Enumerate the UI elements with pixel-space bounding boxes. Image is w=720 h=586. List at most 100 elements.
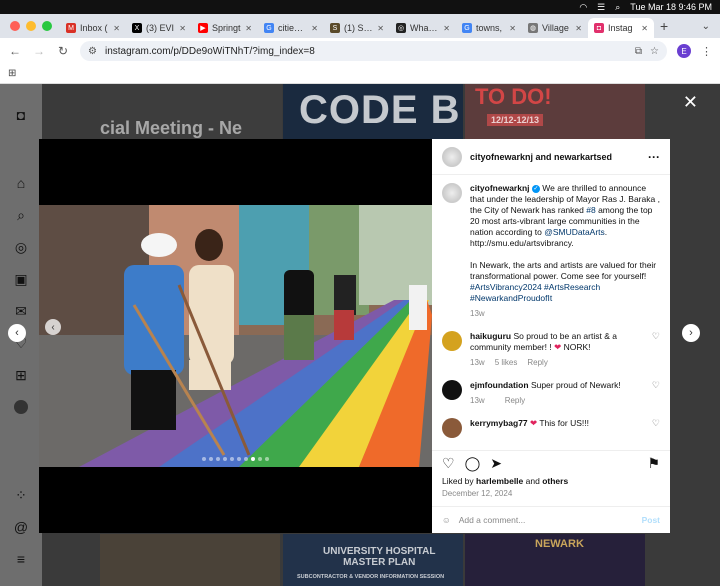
close-tab-icon[interactable]: ✕ [377, 24, 384, 33]
wifi-icon[interactable]: ◠ [579, 2, 587, 13]
address-bar[interactable]: ⚙ instagram.com/p/DDe9oWiTNhT/?img_index… [80, 41, 667, 61]
emoji-icon[interactable]: ☺ [442, 515, 451, 525]
more-options-icon[interactable]: ··· [648, 150, 660, 164]
site-info-icon[interactable]: ⚙ [88, 46, 97, 57]
create-icon[interactable]: ⊞ [12, 366, 30, 384]
reply-button[interactable]: Reply [505, 395, 525, 406]
threads-icon[interactable]: @ [12, 518, 30, 536]
tab-title: Village [542, 23, 569, 33]
browser-tab[interactable]: ◎ What w ✕ [390, 18, 456, 38]
comment-username[interactable]: kerrymybag77 [470, 418, 528, 428]
grid-post-text: TO DO! [475, 84, 552, 109]
reply-button[interactable]: Reply [527, 357, 547, 368]
comment-age[interactable]: 13w [470, 395, 485, 406]
browser-menu-icon[interactable]: ⋮ [701, 45, 712, 58]
zoom-window-button[interactable] [42, 21, 52, 31]
explore-icon[interactable]: ◎ [12, 238, 30, 256]
more-menu-icon[interactable]: ≡ [12, 550, 30, 568]
close-tab-icon[interactable]: ✕ [311, 24, 318, 33]
post-photo[interactable] [39, 205, 432, 467]
browser-tab[interactable]: X (3) EVI ✕ [126, 18, 192, 38]
browser-tab[interactable]: ◘ Instag ✕ [588, 18, 654, 38]
globe-icon: ◍ [528, 23, 538, 33]
close-icon[interactable]: ✕ [683, 92, 698, 113]
address-url[interactable]: instagram.com/p/DDe9oWiTNhT/?img_index=8 [105, 46, 627, 57]
new-tab-button[interactable]: + [654, 18, 674, 34]
liked-by-others[interactable]: others [542, 476, 568, 486]
post-comment-button[interactable]: Post [642, 515, 660, 525]
close-window-button[interactable] [10, 21, 20, 31]
reload-button[interactable]: ↻ [56, 44, 70, 58]
post-date[interactable]: December 12, 2024 [432, 486, 670, 507]
minimize-window-button[interactable] [26, 21, 36, 31]
forward-button[interactable]: → [32, 44, 46, 58]
comment-username[interactable]: ejmfoundation [470, 380, 529, 390]
author-avatar[interactable] [442, 146, 462, 167]
liked-by-user[interactable]: harlembelle [476, 476, 523, 486]
share-icon[interactable]: ➤ [490, 455, 502, 472]
grid-post[interactable] [100, 534, 280, 586]
comment-body: ejmfoundation Super proud of Newark! 13w R… [470, 380, 644, 406]
browser-tab[interactable]: Gtowns, ✕ [456, 18, 522, 38]
messages-icon[interactable]: ✉ [12, 302, 30, 320]
add-comment-input[interactable]: Add a comment... [459, 515, 634, 525]
search-icon[interactable]: ⌕ [615, 2, 620, 13]
close-tab-icon[interactable]: ✕ [113, 24, 120, 33]
post-authors[interactable]: cityofnewarknj and newarkartsed [470, 152, 640, 162]
comment-icon[interactable]: ◯ [465, 455, 481, 472]
hashtag-link[interactable]: #ArtsVibrancy2024 #ArtsResearch #Newarka… [470, 282, 660, 304]
commenter-avatar[interactable] [442, 331, 462, 351]
profile-icon[interactable] [12, 398, 30, 416]
home-icon[interactable]: ⌂ [12, 174, 30, 192]
like-icon[interactable]: ♡ [442, 455, 455, 472]
browser-tab[interactable]: ▶ Springt ✕ [192, 18, 258, 38]
close-tab-icon[interactable]: ✕ [575, 24, 582, 33]
browser-tab[interactable]: M Inbox (✕ [60, 18, 126, 38]
back-button[interactable]: ← [8, 44, 22, 58]
grid-post[interactable]: TO DO! 12/12-12/13 [465, 84, 645, 139]
commenter-avatar[interactable] [442, 380, 462, 400]
caption-age[interactable]: 13w [470, 308, 660, 319]
browser-tab[interactable]: ◍ Village ✕ [522, 18, 588, 38]
bookmark-star-icon[interactable]: ☆ [650, 46, 659, 57]
comment-likes[interactable]: 5 likes [495, 357, 518, 368]
control-center-icon[interactable]: ☰ [597, 2, 605, 13]
tab-title: (1) Sub [344, 23, 374, 33]
grid-post[interactable]: UNIVERSITY HOSPITAL MASTER PLAN SUBCONTR… [283, 534, 463, 586]
comments-list[interactable]: cityofnewarknj ✓ We are thrilled to anno… [432, 175, 670, 450]
comment-meta: 13w 5 likes Reply [470, 357, 644, 368]
hashtag-link[interactable]: #8 [586, 205, 595, 215]
previous-post-button[interactable]: ‹ [8, 324, 26, 342]
comment-age[interactable]: 13w [470, 357, 485, 368]
like-comment-icon[interactable]: ♡ [652, 418, 660, 429]
reels-icon[interactable]: ▣ [12, 270, 30, 288]
search-icon[interactable]: ⌕ [12, 206, 30, 224]
grid-post[interactable]: cial Meeting - Ne [100, 84, 282, 139]
like-comment-icon[interactable]: ♡ [652, 331, 660, 342]
install-app-icon[interactable]: ⧉ [635, 46, 642, 57]
close-tab-icon[interactable]: ✕ [443, 24, 450, 33]
grid-post[interactable]: NEWARK [465, 534, 645, 586]
instagram-logo-icon[interactable]: ◘ [12, 106, 30, 124]
previous-image-button[interactable]: ‹ [45, 319, 61, 335]
tab-search-icon[interactable]: ⌄ [702, 21, 720, 32]
bookmark-icon[interactable]: ⚑ [647, 455, 660, 472]
menubar-datetime[interactable]: Tue Mar 18 9:46 PM [630, 2, 712, 12]
next-post-button[interactable]: › [682, 324, 700, 342]
profile-avatar[interactable]: E [677, 44, 691, 58]
mention-link[interactable]: @SMUDataArts [544, 227, 605, 237]
browser-tab[interactable]: Gcities, o ✕ [258, 18, 324, 38]
caption-username[interactable]: cityofnewarknj [470, 183, 530, 193]
meta-apps-icon[interactable]: ⁘ [12, 486, 30, 504]
apps-grid-icon[interactable]: ⊞ [8, 68, 16, 79]
author-avatar[interactable] [442, 183, 462, 203]
browser-tab[interactable]: S (1) Sub ✕ [324, 18, 390, 38]
commenter-avatar[interactable] [442, 418, 462, 438]
close-tab-icon[interactable]: ✕ [245, 24, 252, 33]
close-tab-icon[interactable]: ✕ [179, 24, 186, 33]
comment-username[interactable]: haikuguru [470, 331, 511, 341]
close-tab-icon[interactable]: ✕ [509, 24, 516, 33]
close-tab-icon[interactable]: ✕ [641, 24, 648, 33]
like-comment-icon[interactable]: ♡ [652, 380, 660, 391]
grid-post[interactable]: CODE BLUE [283, 84, 463, 139]
